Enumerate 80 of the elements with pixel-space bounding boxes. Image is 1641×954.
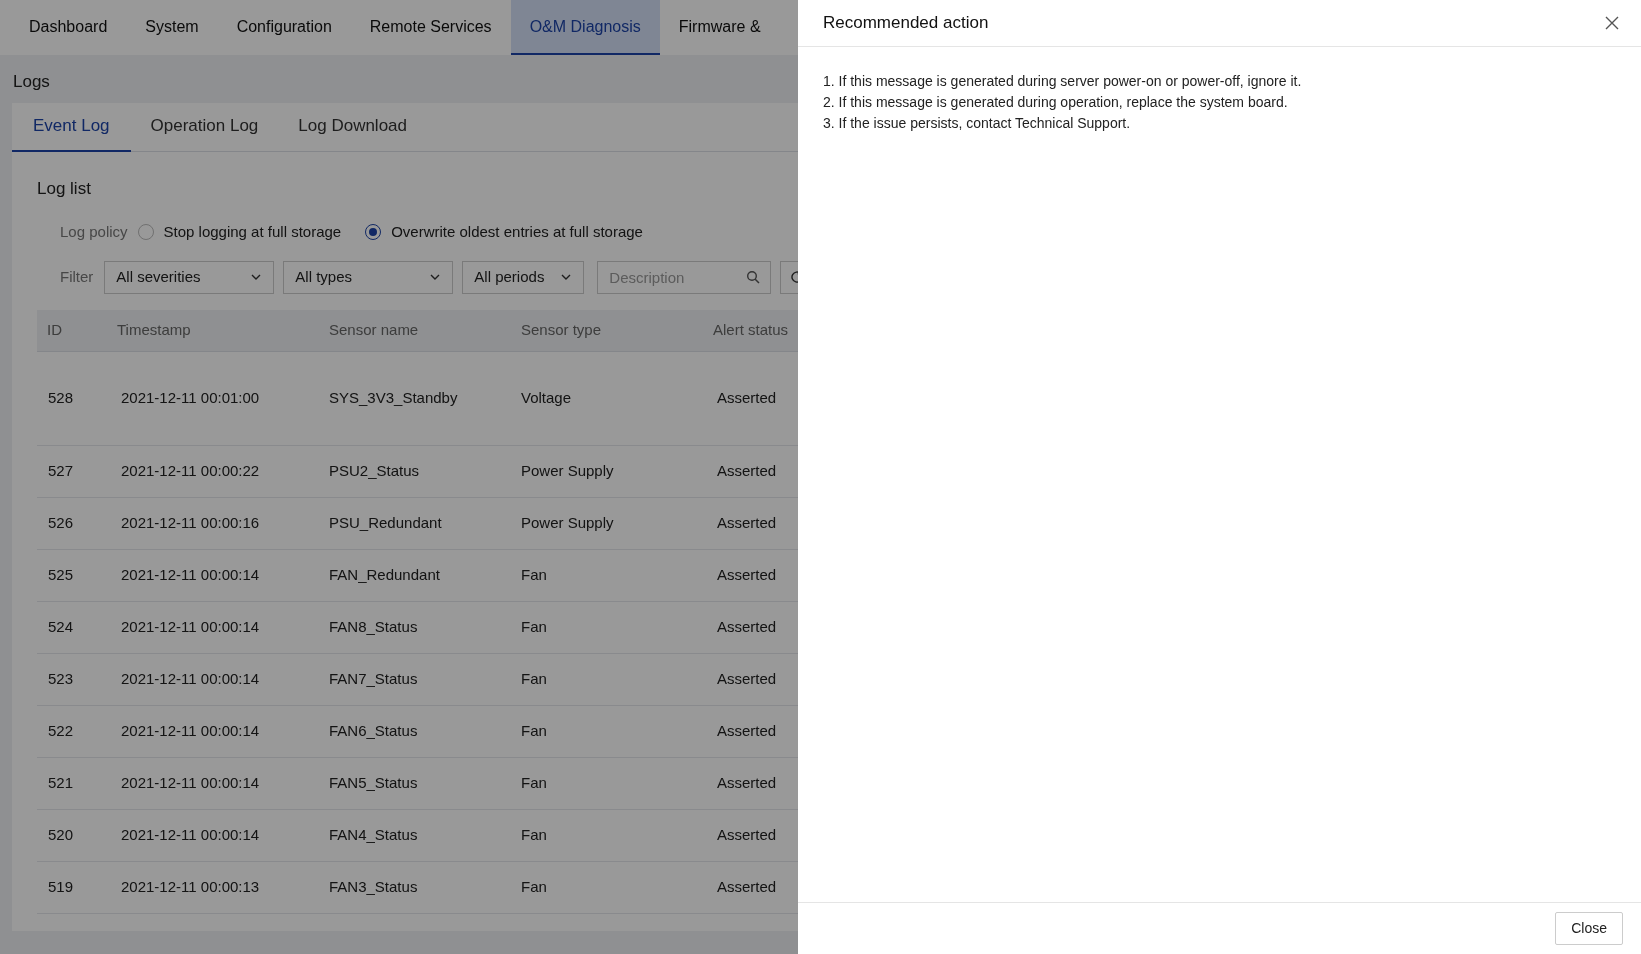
table-cell-text: PSU_Redundant — [329, 512, 443, 533]
table-cell-text: 527 — [47, 460, 75, 481]
field-label: Filter — [60, 266, 94, 287]
table-cell-text: FAN5_Status — [329, 772, 419, 793]
table-cell-text: 524 — [47, 616, 75, 637]
table-cell-text: 2021-12-11 00:01:00 — [120, 387, 261, 408]
table-cell-text: PSU2_Status — [329, 460, 421, 481]
search-field[interactable]: Description — [597, 260, 772, 294]
table-cell-text: Asserted — [716, 564, 778, 585]
table-cell-text: 2021-12-11 00:00:13 — [120, 876, 261, 897]
table-cell-text: 522 — [47, 720, 75, 741]
nav-tab[interactable]: O&M Diagnosis — [510, 0, 660, 55]
table-cell-text: Asserted — [716, 772, 778, 793]
table-cell-text: FAN3_Status — [329, 876, 419, 897]
nav-tab[interactable]: Dashboard — [1, 0, 127, 55]
table-cell-text: 2021-12-11 00:00:14 — [120, 616, 261, 637]
table-cell-text: 520 — [47, 824, 75, 845]
table-cell-text: Asserted — [716, 720, 778, 741]
table-cell-text: 526 — [47, 512, 75, 533]
table-cell-text: Asserted — [716, 460, 778, 481]
column-header: Timestamp — [116, 319, 192, 340]
drawer-title: Recommended action — [823, 12, 989, 35]
table-cell-text: Asserted — [716, 876, 778, 897]
dropdown[interactable]: All periods — [462, 260, 585, 294]
table-cell-text: Fan — [521, 876, 548, 897]
nav-tab[interactable]: Remote Services — [350, 0, 511, 55]
table-cell-text: Fan — [521, 616, 548, 637]
table-cell-text: FAN8_Status — [329, 616, 419, 637]
column-header: Alert status — [712, 319, 790, 340]
table-cell-text: Fan — [521, 564, 548, 585]
column-header: ID — [46, 319, 63, 340]
nav-tab[interactable]: System — [126, 0, 218, 55]
table-cell-text: FAN7_Status — [329, 668, 419, 689]
table-cell-text: 2021-12-11 00:00:16 — [120, 512, 261, 533]
table-cell-text: Power Supply — [521, 512, 615, 533]
table-cell-text: 2021-12-11 00:00:14 — [120, 824, 261, 845]
sub-tab[interactable]: Event Log — [12, 102, 131, 152]
recommendation-step: 3. If the issue persists, contact Technical Support. — [823, 113, 1616, 134]
column-header: Sensor type — [521, 319, 603, 340]
table-cell-text: 2021-12-11 00:00:14 — [120, 668, 261, 689]
table-cell-text: Power Supply — [521, 460, 615, 481]
section-title: Log list — [36, 177, 92, 200]
table-cell-text: 523 — [47, 668, 75, 689]
table-cell-text: SYS_3V3_Standby — [329, 387, 459, 408]
radio-option[interactable]: Overwrite oldest entries at full storage — [365, 221, 643, 244]
table-cell-text: FAN6_Status — [329, 720, 419, 741]
table-cell-text: Fan — [521, 824, 548, 845]
sub-tab[interactable]: Log Download — [278, 102, 427, 152]
close-button[interactable]: Close — [1555, 912, 1623, 945]
column-header: Sensor name — [329, 319, 420, 340]
table-cell-text: Asserted — [716, 512, 778, 533]
dropdown[interactable]: All severities — [104, 260, 275, 294]
recommendation-step: 2. If this message is generated during operation, replace the system board. — [823, 92, 1616, 113]
radio-option[interactable]: Stop logging at full storage — [137, 221, 342, 244]
table-cell-text: Fan — [521, 668, 548, 689]
table-cell-text: Asserted — [716, 387, 778, 408]
recommendation-step: 1. If this message is generated during server power-on or power-off, ignore it. — [823, 71, 1616, 92]
table-cell-text: 521 — [47, 772, 75, 793]
table-cell-text: 2021-12-11 00:00:22 — [120, 460, 261, 481]
table-cell-text: 519 — [47, 876, 75, 897]
close-icon[interactable] — [1604, 15, 1620, 31]
table-cell-text: 2021-12-11 00:00:14 — [120, 720, 261, 741]
table-cell-text: 2021-12-11 00:00:14 — [120, 772, 261, 793]
dropdown[interactable]: All types — [283, 260, 454, 294]
table-cell-text: Fan — [521, 720, 548, 741]
page-title: Logs — [12, 71, 51, 93]
nav-tab[interactable]: Configuration — [217, 0, 351, 55]
field-label: Log policy — [60, 222, 128, 242]
table-cell-text: 525 — [47, 564, 75, 585]
table-cell-text: 528 — [47, 387, 75, 408]
table-cell-text: Voltage — [521, 387, 573, 408]
sub-tab[interactable]: Operation Log — [130, 102, 279, 152]
table-cell-text: FAN_Redundant — [329, 564, 441, 585]
table-cell-text: Fan — [521, 772, 548, 793]
table-cell-text: 2021-12-11 00:00:14 — [120, 564, 261, 585]
table-cell-text: Asserted — [716, 824, 778, 845]
search-icon — [746, 269, 761, 284]
table-cell-text: Asserted — [716, 668, 778, 689]
table-cell-text: FAN4_Status — [329, 824, 419, 845]
table-cell-text: Asserted — [716, 616, 778, 637]
